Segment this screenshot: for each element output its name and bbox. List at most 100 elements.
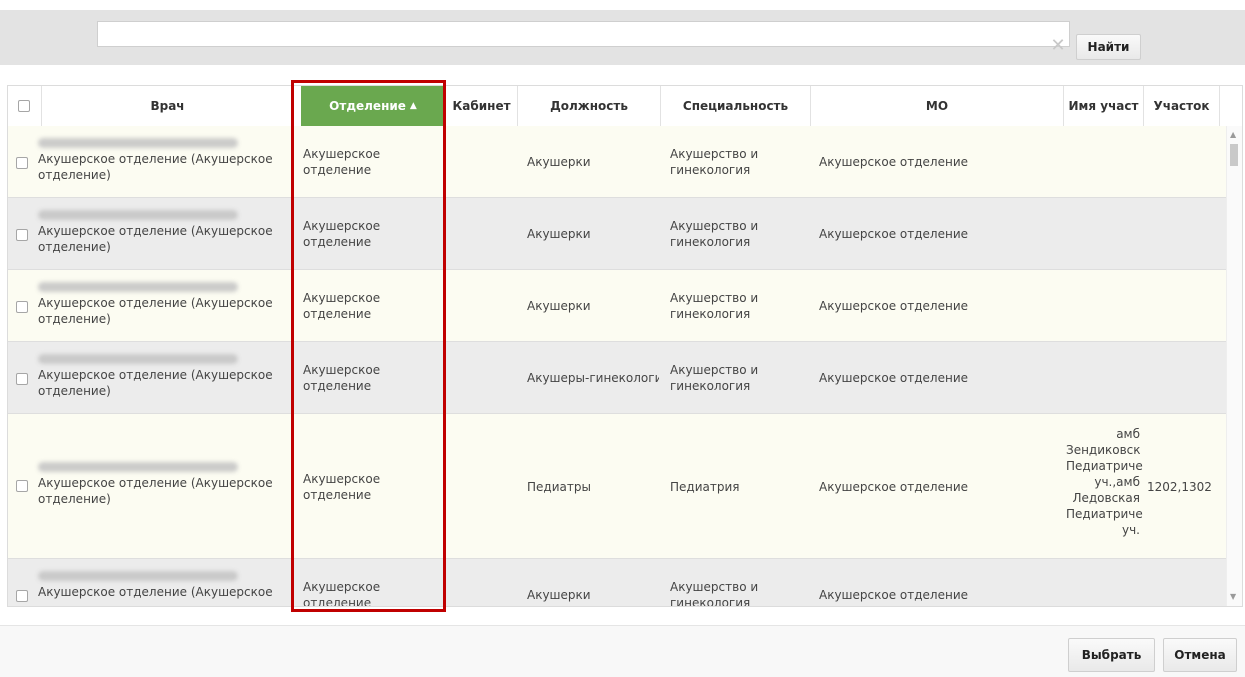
table-row[interactable]: Акушерское отделение (Акушерское отделен… — [8, 342, 1226, 414]
scrollbar-thumb[interactable] — [1230, 144, 1238, 166]
cabinet-cell — [453, 270, 513, 342]
site-cell — [1147, 342, 1217, 414]
position-cell: Акушеры-гинекологи — [527, 371, 659, 385]
table-row[interactable]: Акушерское отделение (Акушерское Акушерс… — [8, 559, 1226, 606]
site-name-cell — [1066, 342, 1140, 414]
table-body: Акушерское отделение (Акушерское отделен… — [8, 126, 1226, 606]
select-all-checkbox[interactable] — [18, 100, 30, 112]
mo-cell: Акушерское отделение — [819, 227, 969, 241]
row-checkbox[interactable] — [16, 157, 28, 169]
doctor-department: Акушерское отделение (Акушерское отделен… — [38, 296, 273, 326]
site-name-line: Ледовская — [1072, 491, 1140, 505]
doctor-name-redacted — [38, 138, 238, 148]
mo-cell: Акушерское отделение — [819, 371, 969, 385]
table-row[interactable]: Акушерское отделение (Акушерское отделен… — [8, 126, 1226, 198]
sort-asc-icon: ▲ — [409, 101, 417, 111]
position-cell: Акушерки — [527, 155, 591, 169]
column-header-site-name[interactable]: Имя участ — [1064, 86, 1144, 126]
doctor-department: Акушерское отделение (Акушерское — [38, 585, 273, 599]
table-row[interactable]: Акушерское отделение (Акушерское отделен… — [8, 198, 1226, 270]
cabinet-cell — [453, 198, 513, 270]
row-checkbox[interactable] — [16, 480, 28, 492]
table-row[interactable]: Акушерское отделение (Акушерское отделен… — [8, 270, 1226, 342]
cabinet-cell — [453, 414, 513, 559]
department-cell: Акушерское отделение — [303, 471, 381, 502]
column-header-specialty[interactable]: Специальность — [661, 86, 811, 126]
doctor-department: Акушерское отделение (Акушерское отделен… — [38, 476, 273, 506]
doctors-table: Врач Отделение ▲ Кабинет Должность Специа… — [7, 85, 1243, 607]
site-name-cell — [1066, 198, 1140, 270]
position-cell: Педиатры — [527, 479, 591, 494]
cancel-button[interactable]: Отмена — [1163, 638, 1237, 672]
column-header-mo[interactable]: МО — [811, 86, 1064, 126]
clear-search-icon[interactable]: ✕ — [1048, 36, 1068, 56]
mo-cell: Акушерское отделение — [819, 479, 969, 494]
position-cell: Акушерки — [527, 588, 591, 602]
specialty-cell: Акушерство и гинекология — [670, 219, 759, 249]
department-cell: Акушерское отделение — [303, 219, 381, 249]
doctor-department: Акушерское отделение (Акушерское отделен… — [38, 368, 273, 398]
site-name-line: уч.,амб — [1094, 475, 1140, 489]
site-name-line: Педиатриче — [1066, 507, 1143, 521]
scroll-up-arrow-icon[interactable]: ▲ — [1230, 130, 1236, 139]
site-cell — [1147, 198, 1217, 270]
doctor-cell: Акушерское отделение (Акушерское отделен… — [38, 210, 278, 255]
doctor-department: Акушерское отделение (Акушерское отделен… — [38, 224, 273, 254]
dialog-footer: Выбрать Отмена — [0, 625, 1245, 677]
table-row[interactable]: Акушерское отделение (Акушерское отделен… — [8, 414, 1226, 559]
row-checkbox[interactable] — [16, 301, 28, 313]
site-name-line: Педиатриче — [1066, 459, 1143, 473]
position-cell: Акушерки — [527, 227, 591, 241]
site-name-cell — [1066, 270, 1140, 342]
row-checkbox[interactable] — [16, 590, 28, 602]
specialty-cell: Педиатрия — [670, 479, 740, 494]
site-name-cell: амб Зендиковск Педиатриче уч.,амб Ледовс… — [1066, 426, 1143, 538]
column-header-site[interactable]: Участок — [1144, 86, 1220, 126]
department-cell: Акушерское отделение — [303, 147, 381, 177]
search-input[interactable] — [97, 21, 1070, 47]
site-cell: 1202,1302 — [1147, 479, 1212, 494]
select-button[interactable]: Выбрать — [1068, 638, 1155, 672]
doctor-cell: Акушерское отделение (Акушерское отделен… — [38, 354, 278, 399]
doctor-cell: Акушерское отделение (Акушерское отделен… — [38, 282, 278, 327]
site-name-cell — [1066, 559, 1140, 606]
doctor-cell: Акушерское отделение (Акушерское отделен… — [38, 138, 278, 183]
position-cell: Акушерки — [527, 299, 591, 313]
specialty-cell: Акушерство и гинекология — [670, 147, 759, 177]
cabinet-cell — [453, 559, 513, 606]
mo-cell: Акушерское отделение — [819, 155, 969, 169]
doctor-department: Акушерское отделение (Акушерское отделен… — [38, 152, 273, 182]
doctor-name-redacted — [38, 282, 238, 292]
header-select-all-cell — [8, 86, 42, 126]
search-bar: ✕ Найти — [0, 10, 1245, 65]
find-button[interactable]: Найти — [1076, 34, 1141, 60]
doctor-name-redacted — [38, 462, 238, 472]
doctor-name-redacted — [38, 354, 238, 364]
mo-cell: Акушерское отделение — [819, 299, 969, 313]
site-name-line: уч. — [1121, 523, 1140, 537]
site-name-line: Зендиковск — [1066, 443, 1141, 457]
site-cell — [1147, 270, 1217, 342]
mo-cell: Акушерское отделение — [819, 588, 969, 602]
column-header-cabinet[interactable]: Кабинет — [446, 86, 518, 126]
row-checkbox[interactable] — [16, 373, 28, 385]
specialty-cell: Акушерство и гинекология — [670, 580, 759, 606]
scroll-down-arrow-icon[interactable]: ▼ — [1230, 592, 1236, 601]
site-cell — [1147, 126, 1217, 198]
row-checkbox[interactable] — [16, 229, 28, 241]
doctor-cell: Акушерское отделение (Акушерское отделен… — [38, 462, 278, 507]
specialty-cell: Акушерство и гинекология — [670, 363, 759, 393]
column-header-position[interactable]: Должность — [518, 86, 661, 126]
vertical-scrollbar[interactable]: ▲ ▼ — [1226, 126, 1242, 606]
department-cell: Акушерское отделение — [303, 580, 381, 606]
department-cell: Акушерское отделение — [303, 363, 381, 393]
doctor-cell: Акушерское отделение (Акушерское — [38, 571, 278, 600]
column-header-department-label: Отделение — [329, 99, 406, 113]
column-header-doctor[interactable]: Врач — [42, 86, 294, 126]
doctor-name-redacted — [38, 571, 238, 581]
site-cell — [1147, 559, 1217, 606]
column-header-department[interactable]: Отделение ▲ — [301, 86, 446, 126]
cabinet-cell — [453, 126, 513, 198]
cabinet-cell — [453, 342, 513, 414]
table-header: Врач Отделение ▲ Кабинет Должность Специа… — [8, 86, 1242, 127]
